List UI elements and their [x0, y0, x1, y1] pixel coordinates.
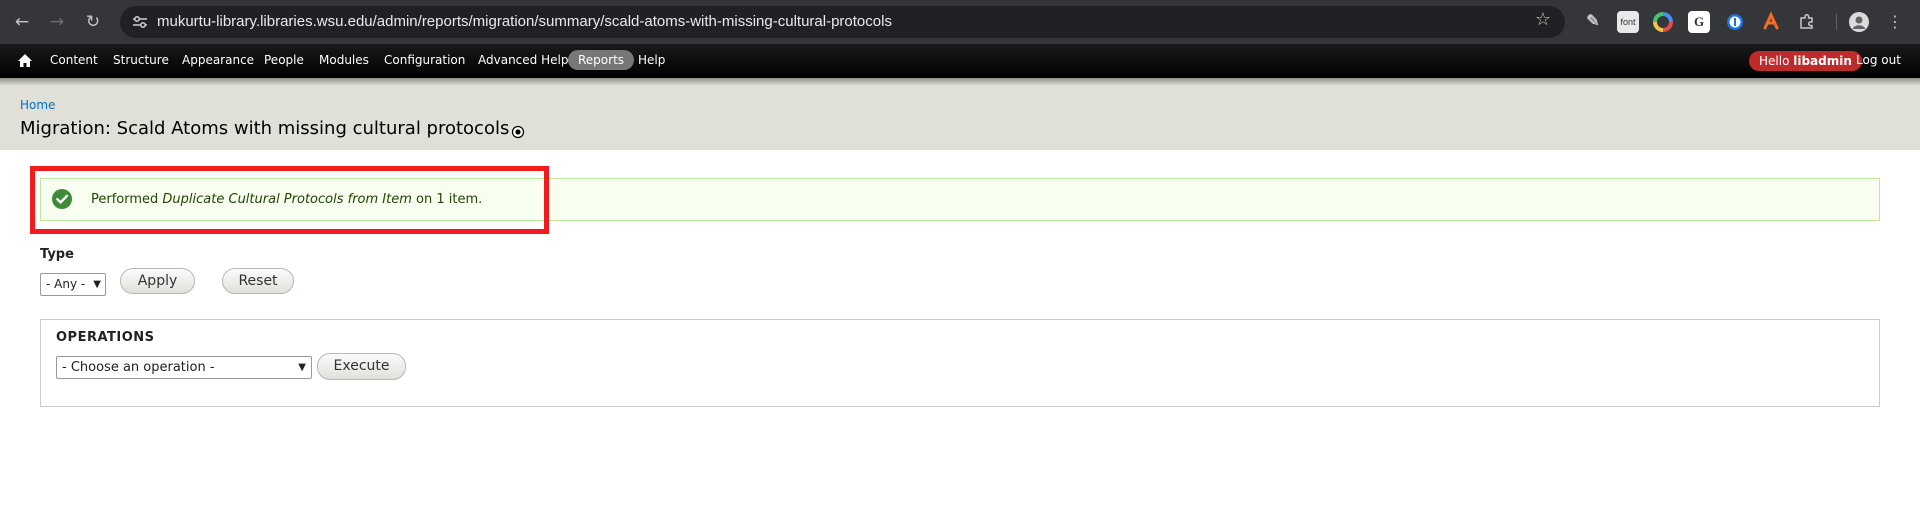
onepassword-icon[interactable] [1724, 11, 1746, 33]
address-bar[interactable]: mukurtu-library.libraries.wsu.edu/admin/… [120, 6, 1565, 38]
toolbar-configuration[interactable]: Configuration [384, 53, 465, 67]
puzzle-icon[interactable] [1796, 11, 1818, 33]
color-wheel-icon[interactable] [1652, 11, 1674, 33]
profile-avatar-icon[interactable] [1848, 11, 1870, 33]
toolbar-separator [1836, 14, 1837, 30]
page-header: Home Migration: Scald Atoms with missing… [0, 78, 1920, 150]
browser-menu-icon[interactable]: ⋮ [1883, 10, 1907, 34]
url-text[interactable]: mukurtu-library.libraries.wsu.edu/admin/… [157, 13, 892, 30]
operations-fieldset: OPERATIONS - Choose an operation - ▼ Exe… [40, 319, 1880, 407]
eyedropper-icon[interactable]: ✎ [1582, 11, 1604, 33]
operations-legend: OPERATIONS [56, 330, 155, 345]
breadcrumb-home-link[interactable]: Home [20, 98, 55, 112]
execute-button[interactable]: Execute [317, 353, 406, 380]
operation-select-value: - Choose an operation - [62, 360, 215, 375]
add-shortcut-icon[interactable] [511, 125, 525, 139]
toolbar-shadow [0, 78, 1920, 86]
toolbar-modules[interactable]: Modules [319, 53, 369, 67]
font-icon[interactable]: font [1617, 11, 1639, 33]
toolbar-help[interactable]: Help [638, 53, 665, 67]
apply-button[interactable]: Apply [120, 268, 195, 294]
toolbar-structure[interactable]: Structure [113, 53, 169, 67]
reload-icon[interactable]: ↻ [81, 10, 105, 34]
operation-select[interactable]: - Choose an operation - ▼ [56, 356, 312, 379]
home-icon[interactable] [17, 53, 33, 68]
back-icon[interactable]: ← [10, 10, 34, 34]
admin-toolbar: Content Structure Appearance People Modu… [0, 44, 1920, 78]
user-greeting-badge[interactable]: Hello libadmin [1749, 51, 1862, 71]
toolbar-appearance[interactable]: Appearance [182, 53, 254, 67]
page-title: Migration: Scald Atoms with missing cult… [20, 118, 510, 139]
toolbar-advanced-help[interactable]: Advanced Help [478, 53, 568, 67]
type-filter-label: Type [40, 247, 74, 262]
type-filter-value: - Any - [46, 277, 86, 291]
username: libadmin [1793, 54, 1852, 68]
chevron-down-icon: ▼ [93, 279, 101, 290]
logout-link[interactable]: Log out [1856, 53, 1901, 67]
honey-icon[interactable] [1760, 11, 1782, 33]
bookmark-star-icon[interactable]: ☆ [1535, 9, 1551, 30]
browser-chrome: ← → ↻ mukurtu-library.libraries.wsu.edu/… [0, 0, 1920, 44]
annotation-highlight-box [30, 166, 549, 234]
chevron-down-icon: ▼ [298, 362, 306, 373]
reset-button[interactable]: Reset [222, 268, 294, 294]
toolbar-content[interactable]: Content [50, 53, 98, 67]
toolbar-reports[interactable]: Reports [568, 50, 635, 70]
google-icon[interactable]: G [1688, 11, 1710, 33]
site-settings-icon[interactable] [131, 13, 149, 31]
toolbar-people[interactable]: People [264, 53, 304, 67]
type-filter-select[interactable]: - Any - ▼ [40, 273, 106, 296]
forward-icon[interactable]: → [45, 10, 69, 34]
greeting-prefix: Hello [1759, 54, 1794, 68]
